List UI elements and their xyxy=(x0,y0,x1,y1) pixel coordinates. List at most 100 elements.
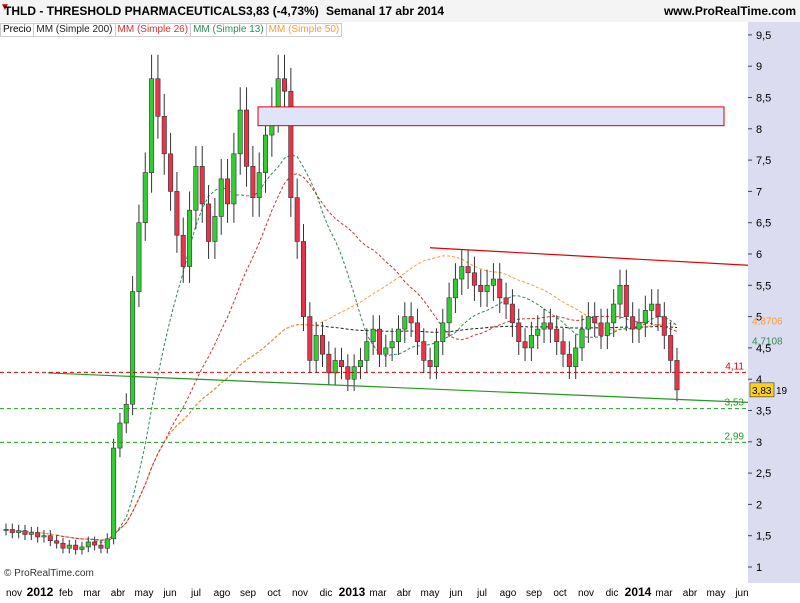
x-tick-label: ago xyxy=(500,588,517,599)
x-tick-label: feb xyxy=(59,588,73,599)
candle-up xyxy=(123,403,129,424)
x-tick-label: abr xyxy=(397,588,412,599)
candle-up xyxy=(440,322,446,342)
candle-up xyxy=(3,529,9,531)
ma50-line xyxy=(5,255,678,541)
candle-up xyxy=(611,303,617,324)
resistance-box xyxy=(257,106,725,127)
x-tick-label: jul xyxy=(476,588,487,599)
candle-up xyxy=(649,303,655,311)
x-tick-label: jun xyxy=(162,588,176,599)
candle-up xyxy=(79,546,85,550)
candle-up xyxy=(604,322,610,336)
candle-down xyxy=(661,316,667,336)
candle-down xyxy=(9,529,15,533)
candle-up xyxy=(263,134,269,173)
candle-up xyxy=(459,266,465,280)
candle-up xyxy=(231,153,237,205)
x-tick-label: jul xyxy=(190,588,201,599)
x-tick-label: 2013 xyxy=(339,585,366,599)
candle-down xyxy=(592,316,598,324)
instrument-title: THLD - THRESHOLD PHARMACEUTICALS xyxy=(4,4,246,18)
candle-down xyxy=(22,530,28,535)
candle-up xyxy=(433,341,439,367)
candle-up xyxy=(484,284,490,292)
candle-down xyxy=(294,197,300,242)
legend-ma26[interactable]: MM (Simple 26) xyxy=(114,23,192,37)
y-tick-label: 2,5 xyxy=(756,468,771,480)
x-axis-svg: nov 2012 feb mar abr may jun jul ago sep oct nov dic… xyxy=(6,585,749,599)
candle-up xyxy=(402,316,408,330)
candle-down xyxy=(509,303,515,324)
legend-ma200[interactable]: MM (Simple 200) xyxy=(33,23,116,37)
candle-up xyxy=(636,322,642,330)
candle-up xyxy=(16,530,22,533)
candle-down xyxy=(630,316,636,330)
level-label: 2,99 xyxy=(725,431,745,442)
x-tick-label: sep xyxy=(526,588,543,599)
candle-up xyxy=(111,447,117,540)
candle-down xyxy=(319,335,325,355)
candle-down xyxy=(47,535,53,542)
candle-down xyxy=(338,360,344,367)
candle-down xyxy=(60,542,66,549)
candle-down xyxy=(206,203,212,242)
candle-down xyxy=(199,166,205,205)
candle-down xyxy=(282,78,288,92)
candle-up xyxy=(237,109,243,155)
candle-up xyxy=(573,347,579,367)
candle-up xyxy=(117,422,123,449)
candle-down xyxy=(225,178,231,205)
candle-up xyxy=(617,284,623,305)
candle-up xyxy=(351,366,357,380)
candle-up xyxy=(446,297,452,324)
candle-down xyxy=(161,115,167,155)
candle-up xyxy=(85,541,91,548)
candle-up xyxy=(357,360,363,367)
candle-up xyxy=(142,172,148,223)
y-tick-label: 6,5 xyxy=(756,218,771,230)
y-axis-svg: 11,522,533,544,555,566,577,588,599,54,87… xyxy=(748,30,788,574)
x-tick-label: mar xyxy=(655,588,673,599)
candle-down xyxy=(345,366,351,380)
x-tick-label: ago xyxy=(214,588,231,599)
copyright: © ProRealTime.com xyxy=(4,568,94,579)
y-tick-label: 7 xyxy=(756,186,762,198)
candle-down xyxy=(35,532,41,538)
legend-price[interactable]: Precio xyxy=(0,23,35,37)
candle-up xyxy=(256,172,262,198)
x-tick-label: 2012 xyxy=(27,585,54,599)
chart-svg: 4,11 3,53 2,99 xyxy=(0,54,749,555)
candle-up xyxy=(370,328,376,342)
candle-up xyxy=(187,209,193,267)
site-url[interactable]: www.ProRealTime.com xyxy=(664,4,796,18)
candle-down xyxy=(623,284,629,317)
level-label: 3,53 xyxy=(725,398,745,409)
candle-up xyxy=(149,78,155,173)
candle-up xyxy=(104,538,110,549)
period-label: Semanal 17 abr 2014 xyxy=(326,4,445,18)
candle-down xyxy=(560,341,566,355)
x-axis[interactable]: nov 2012 feb mar abr may jun jul ago sep oct nov dic… xyxy=(0,583,749,600)
plot-area[interactable]: 4,11 3,53 2,99 xyxy=(0,22,749,583)
legend-ma13[interactable]: MM (Simple 13) xyxy=(190,23,267,37)
candle-down xyxy=(503,297,509,305)
x-tick-label: nov xyxy=(578,588,594,599)
candle-up xyxy=(535,328,541,336)
candle-down xyxy=(376,328,382,355)
candle-down xyxy=(408,316,414,324)
candle-down xyxy=(655,303,661,317)
indicator-legend: Precio MM (Simple 200) MM (Simple 26) MM… xyxy=(0,23,343,37)
candle-up xyxy=(541,322,547,330)
y-tick-label: 9,5 xyxy=(756,30,771,42)
candle-up xyxy=(528,335,534,349)
x-tick-label: nov xyxy=(292,588,308,599)
candle-down xyxy=(554,328,560,342)
legend-ma50[interactable]: MM (Simple 50) xyxy=(265,23,343,37)
candle-down xyxy=(180,234,186,267)
y-tick-label: 3 xyxy=(756,437,762,449)
y-tick-label: 1,5 xyxy=(756,531,771,543)
candle-up xyxy=(212,216,218,242)
y-axis[interactable]: 1 1,5 2 2,5 3 3,5 4 4,5 5 5,5 6 6,5 7 7,5 8 8,5 9 9,5 4,87… xyxy=(748,22,800,583)
candle-down xyxy=(478,284,484,292)
